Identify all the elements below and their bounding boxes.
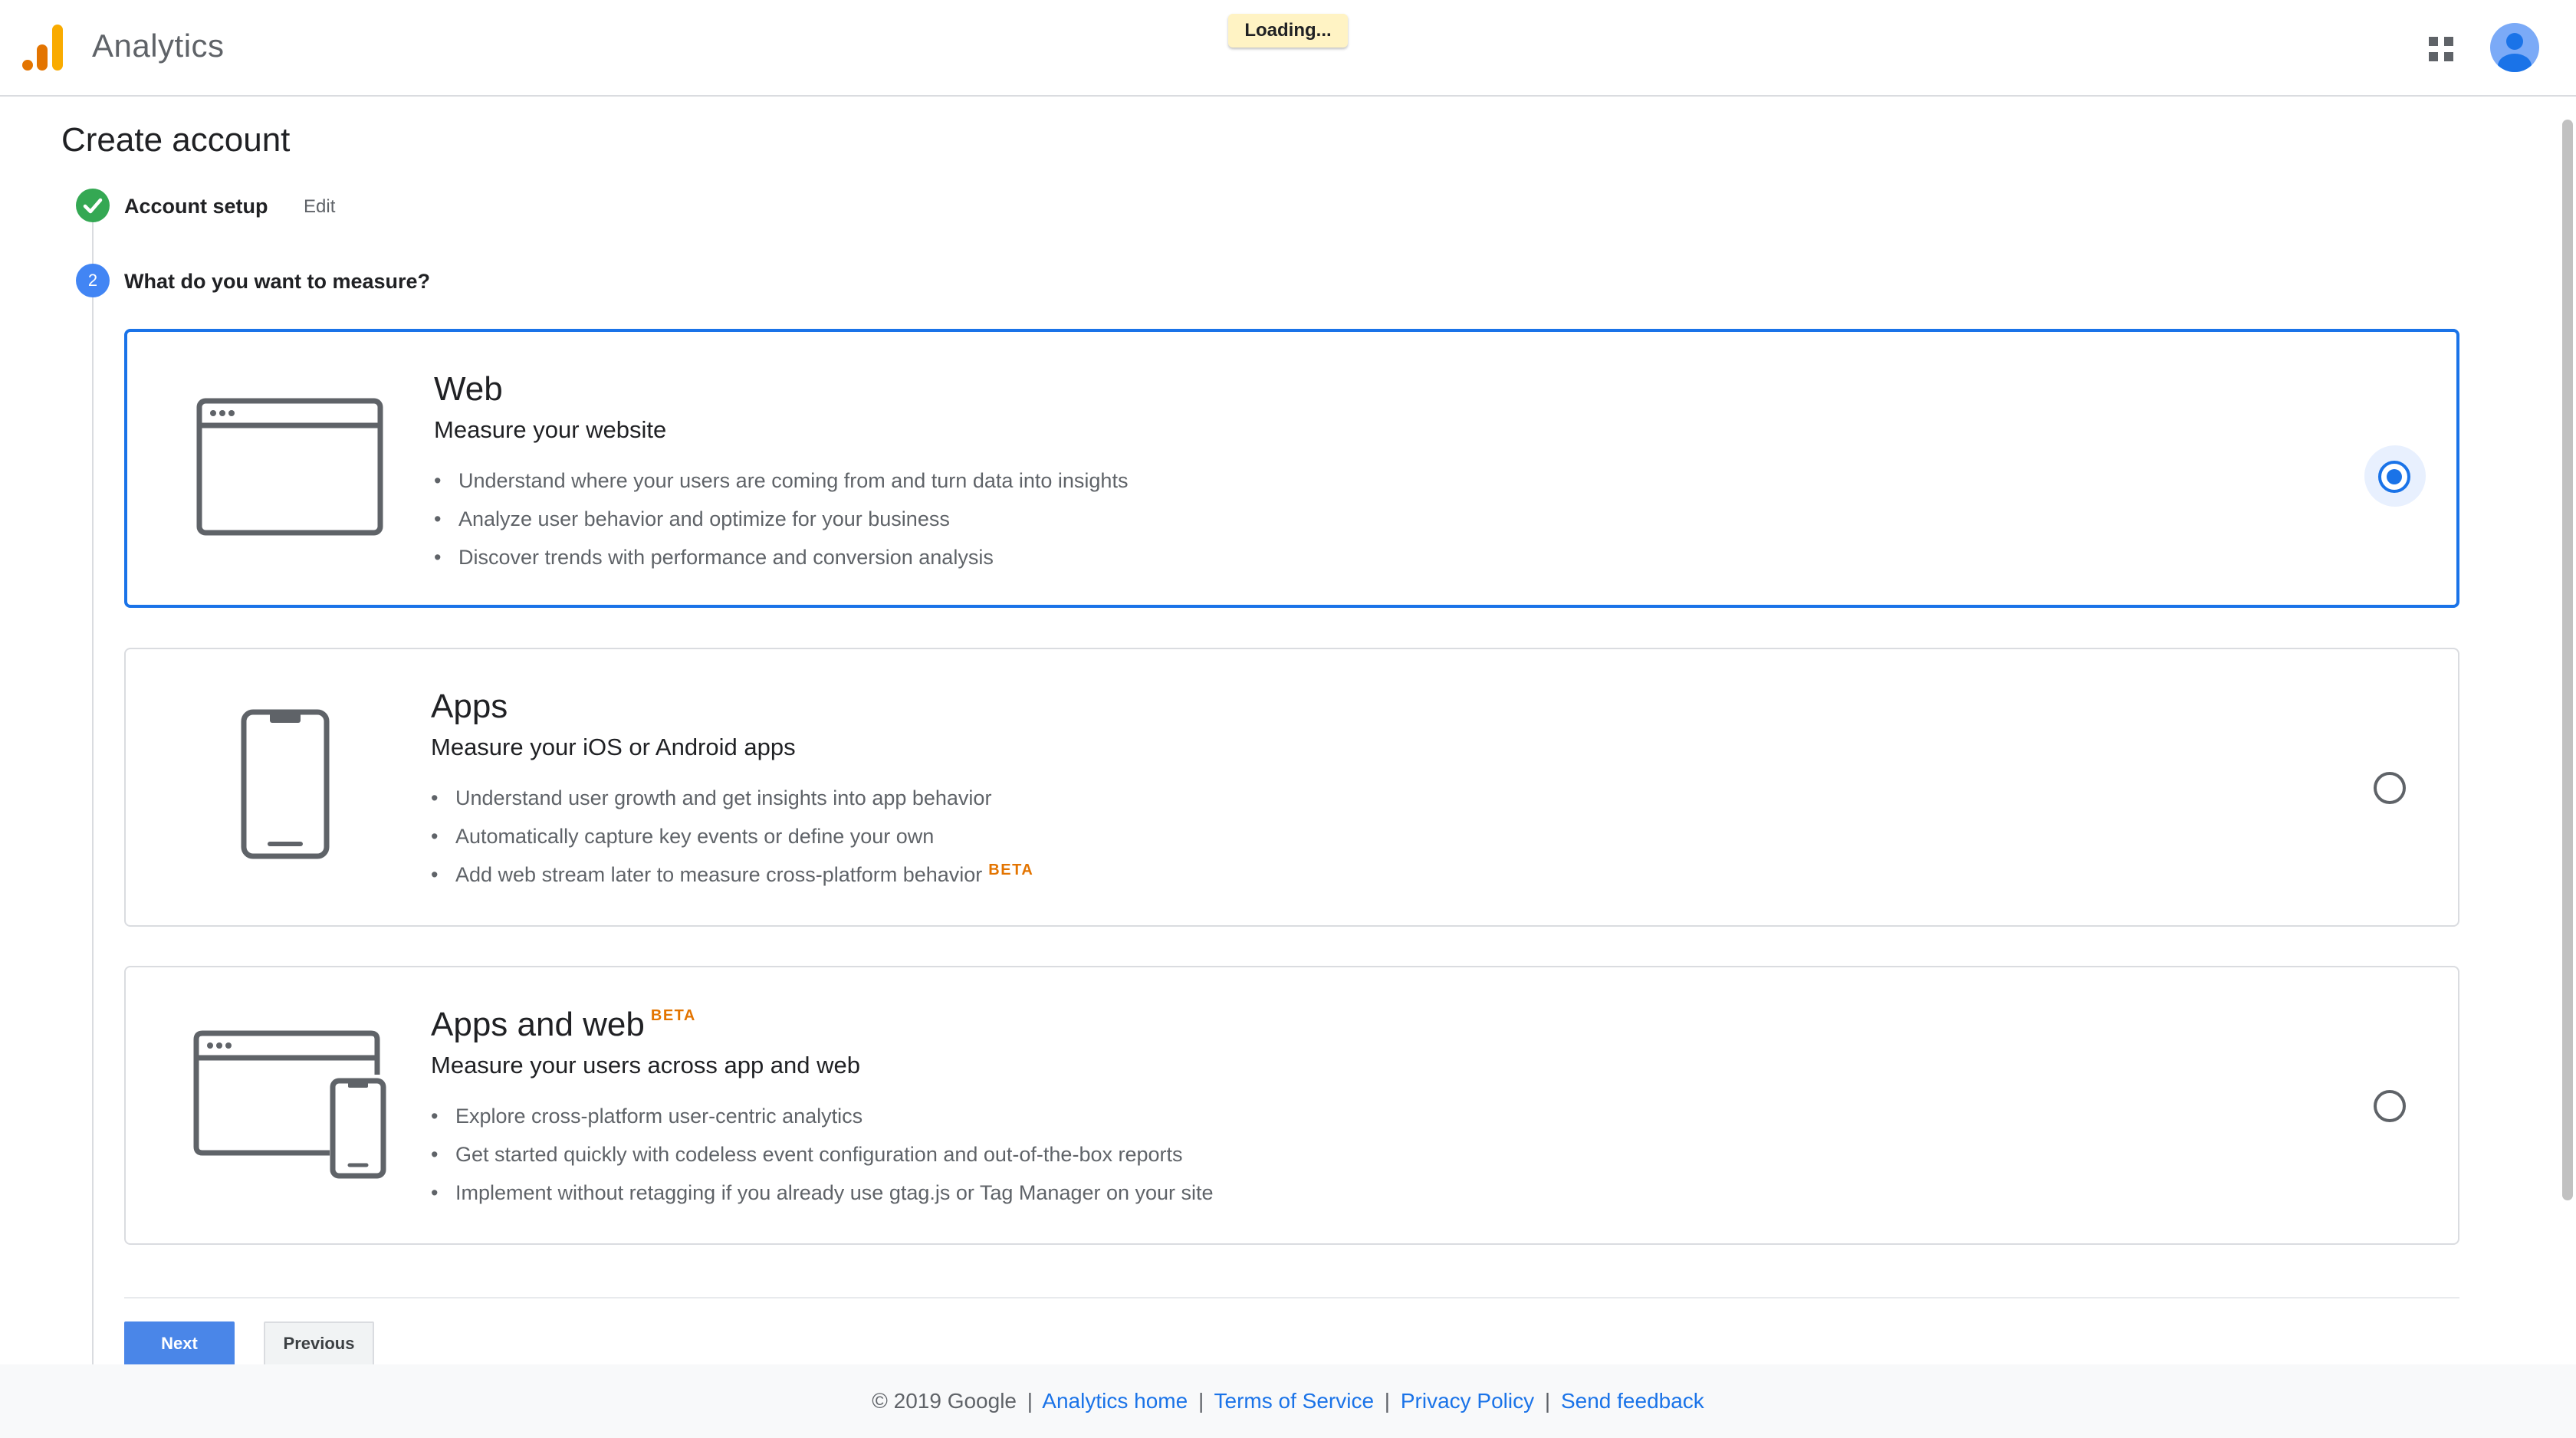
section-divider (124, 1297, 2459, 1298)
option-card-web[interactable]: Web Measure your website Understand wher… (124, 329, 2459, 608)
browser-window-icon (196, 398, 383, 536)
card-bullet: Understand user growth and get insights … (431, 784, 1033, 822)
loading-indicator: Loading... (1228, 14, 1348, 48)
step-number-badge: 2 (76, 264, 110, 297)
footer-link-privacy[interactable]: Privacy Policy (1401, 1389, 1534, 1413)
card-bullet: Get started quickly with codeless event … (431, 1141, 1214, 1179)
beta-badge: BETA (988, 862, 1034, 878)
beta-badge: BETA (650, 1007, 696, 1024)
apps-grid-icon[interactable] (2427, 35, 2455, 63)
footer-link-feedback[interactable]: Send feedback (1561, 1389, 1704, 1413)
card-bullet-text: Add web stream later to measure cross-pl… (455, 863, 983, 886)
card-bullet-list: Understand user growth and get insights … (431, 784, 1033, 899)
footer-separator: | (1544, 1389, 1551, 1413)
card-title: Apps and web BETA (431, 1006, 696, 1044)
card-bullet: Understand where your users are coming f… (434, 467, 1128, 505)
card-title-text: Apps and web (431, 1006, 645, 1043)
footer: © 2019 Google | Analytics home | Terms o… (0, 1364, 2576, 1438)
radio-apps-and-web[interactable] (2374, 1090, 2406, 1122)
step-account-setup-edit-link[interactable]: Edit (304, 196, 335, 218)
radio-web-selected[interactable] (2378, 461, 2410, 493)
stepper-line (92, 222, 94, 1364)
footer-link-analytics-home[interactable]: Analytics home (1042, 1389, 1188, 1413)
card-title: Web (434, 370, 503, 408)
app-name: Analytics (92, 28, 225, 64)
phone-icon (241, 709, 330, 859)
footer-copyright: © 2019 Google (872, 1389, 1017, 1413)
footer-separator: | (1198, 1389, 1204, 1413)
card-title: Apps (431, 688, 508, 725)
previous-button[interactable]: Previous (264, 1321, 374, 1366)
footer-separator: | (1384, 1389, 1391, 1413)
step-measure-label: What do you want to measure? (124, 270, 431, 293)
card-bullet: Analyze user behavior and optimize for y… (434, 505, 1128, 543)
card-subtitle: Measure your website (434, 416, 667, 443)
top-app-bar: Analytics Loading... (0, 0, 2576, 97)
browser-and-phone-icon (193, 1030, 386, 1179)
page-title: Create account (61, 121, 291, 159)
card-bullet: Automatically capture key events or defi… (431, 822, 1033, 861)
analytics-logo-icon[interactable] (21, 23, 64, 72)
account-avatar-icon[interactable] (2490, 23, 2539, 72)
footer-link-terms[interactable]: Terms of Service (1214, 1389, 1375, 1413)
vertical-scrollbar[interactable] (2562, 120, 2573, 1200)
card-bullet-list: Understand where your users are coming f… (434, 467, 1128, 582)
option-card-apps-and-web[interactable]: Apps and web BETA Measure your users acro… (124, 966, 2459, 1245)
card-subtitle: Measure your users across app and web (431, 1052, 861, 1078)
footer-separator: | (1027, 1389, 1033, 1413)
option-card-apps[interactable]: Apps Measure your iOS or Android apps Un… (124, 648, 2459, 927)
card-bullet: Add web stream later to measure cross-pl… (431, 861, 1033, 899)
card-bullet: Implement without retagging if you alrea… (431, 1179, 1214, 1217)
card-bullet: Explore cross-platform user-centric anal… (431, 1102, 1214, 1141)
card-bullet-list: Explore cross-platform user-centric anal… (431, 1102, 1214, 1217)
step-account-setup-label: Account setup (124, 195, 268, 218)
next-button[interactable]: Next (124, 1321, 235, 1366)
card-bullet: Discover trends with performance and con… (434, 543, 1128, 582)
step-complete-check-icon (76, 189, 110, 222)
radio-apps[interactable] (2374, 772, 2406, 804)
card-subtitle: Measure your iOS or Android apps (431, 734, 796, 760)
